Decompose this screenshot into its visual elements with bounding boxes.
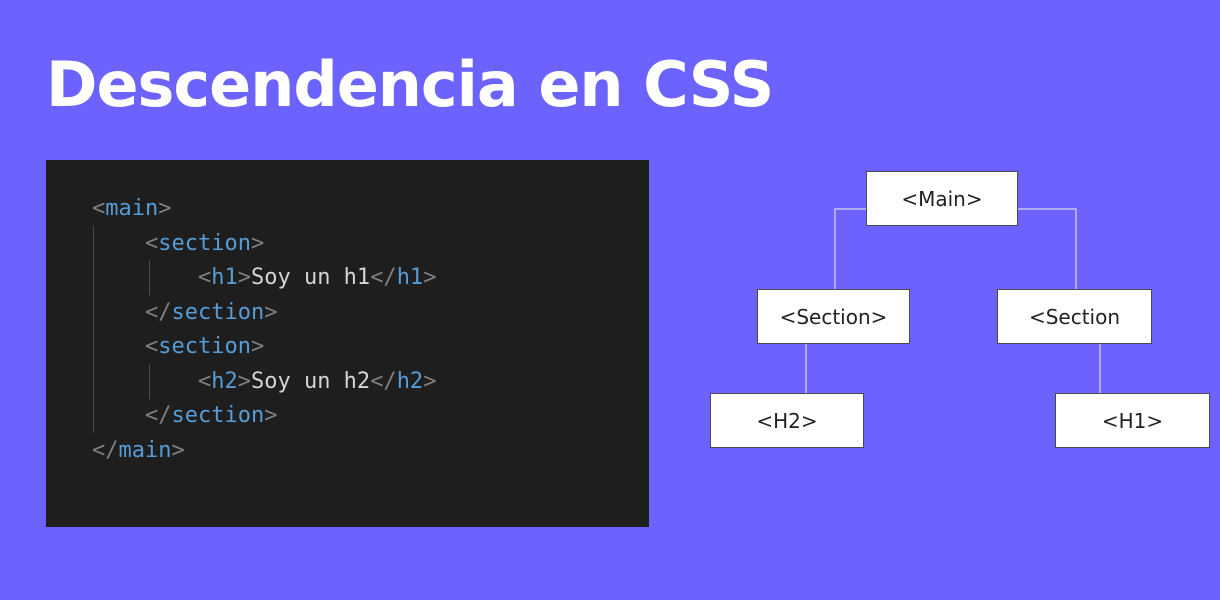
tree-node-h2: <H2> bbox=[710, 393, 864, 448]
tree-node-main: <Main> bbox=[866, 171, 1018, 226]
slide-title: Descendencia en CSS bbox=[46, 48, 774, 121]
code-line: </section> bbox=[144, 299, 278, 325]
tree-node-h1: <H1> bbox=[1055, 393, 1210, 448]
code-line: <section> bbox=[144, 334, 265, 359]
tree-node-section-right: <Section bbox=[997, 289, 1152, 344]
connector-main-section-left bbox=[834, 208, 866, 289]
code-line: </main> bbox=[92, 437, 185, 463]
code-line: <h1>Soy un h1</h1> bbox=[197, 265, 437, 290]
tree-node-section-left: <Section> bbox=[757, 289, 910, 344]
code-panel: <main> <section> <h1>Soy un h1</h1> </se… bbox=[46, 160, 649, 527]
code-line: <section> bbox=[144, 230, 265, 256]
code-line: </section> bbox=[144, 403, 278, 428]
connector-main-section-right bbox=[1018, 208, 1077, 289]
code-line: <main> bbox=[92, 196, 172, 221]
code-line: <h2>Soy un h2</h2> bbox=[197, 368, 437, 394]
